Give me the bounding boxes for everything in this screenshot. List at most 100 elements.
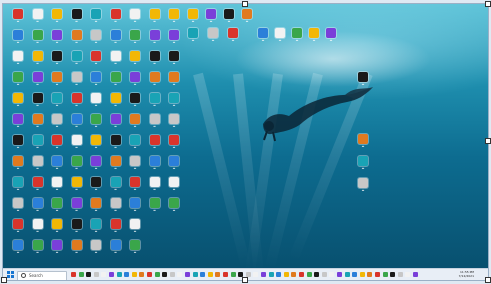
taskbar-app-icon[interactable] [344, 272, 350, 277]
taskbar-app-icon[interactable] [124, 272, 130, 277]
desktop-shortcut-icon[interactable]: ▬ [86, 9, 106, 29]
desktop-shortcut-icon[interactable]: ▬ [8, 240, 28, 260]
desktop-shortcut-icon[interactable]: ▬ [223, 28, 243, 48]
desktop-shortcut-icon[interactable]: ▬ [86, 93, 106, 113]
taskbar-app-icon[interactable] [109, 272, 114, 277]
desktop-shortcut-icon[interactable]: ▬ [125, 240, 145, 260]
taskbar-app-icon[interactable] [131, 272, 137, 277]
resize-handle-top-right[interactable] [485, 1, 491, 7]
desktop-shortcut-icon[interactable]: ▬ [67, 72, 87, 92]
system-tray[interactable] [420, 272, 450, 277]
desktop-shortcut-icon[interactable]: ▬ [164, 9, 184, 29]
desktop-shortcut-icon[interactable]: ▬ [86, 135, 106, 155]
desktop-shortcut-icon[interactable]: ▬ [106, 219, 126, 239]
desktop-shortcut-icon[interactable]: ▬ [183, 28, 203, 48]
desktop-shortcut-icon[interactable]: ▬ [47, 72, 67, 92]
taskbar-app-icon[interactable] [71, 272, 76, 277]
taskbar-app-icon[interactable] [291, 272, 297, 277]
desktop-shortcut-icon[interactable]: ▬ [237, 9, 257, 29]
taskbar-app-icon[interactable] [306, 272, 312, 277]
desktop-shortcut-icon[interactable]: ▬ [28, 198, 48, 218]
desktop-shortcut-icon[interactable]: ▬ [125, 114, 145, 134]
desktop-shortcut-icon[interactable]: ▬ [67, 9, 87, 29]
desktop-shortcut-icon[interactable]: ▬ [28, 9, 48, 29]
desktop-shortcut-icon[interactable]: ▬ [164, 114, 184, 134]
taskbar-app-icon[interactable] [78, 272, 84, 277]
taskbar-app-icon[interactable] [86, 272, 92, 277]
taskbar-app-icon[interactable] [93, 272, 99, 277]
desktop-shortcut-icon[interactable]: ▬ [67, 114, 87, 134]
desktop-shortcut-icon[interactable]: ▬ [106, 72, 126, 92]
desktop-shortcut-icon[interactable]: ▬ [67, 93, 87, 113]
desktop-shortcut-icon[interactable]: ▬ [106, 30, 126, 50]
taskbar-app-icon[interactable] [177, 272, 183, 277]
taskbar-app-icon[interactable] [397, 272, 403, 277]
taskbar-app-icon[interactable] [261, 272, 266, 277]
desktop-shortcut-icon[interactable]: ▬ [8, 219, 28, 239]
desktop-shortcut-icon[interactable]: ▬ [353, 156, 373, 176]
desktop-shortcut-icon[interactable]: ▬ [145, 51, 165, 71]
desktop-shortcut-icon[interactable]: ▬ [47, 135, 67, 155]
search-box[interactable]: Search [17, 270, 67, 280]
desktop-shortcut-icon[interactable]: ▬ [28, 51, 48, 71]
desktop-shortcut-icon[interactable]: ▬ [106, 51, 126, 71]
taskbar-app-icon[interactable] [154, 272, 160, 277]
taskbar-app-icon[interactable] [268, 272, 274, 277]
desktop-shortcut-icon[interactable]: ▬ [47, 93, 67, 113]
desktop-shortcut-icon[interactable]: ▬ [8, 51, 28, 71]
desktop-shortcut-icon[interactable]: ▬ [8, 177, 28, 197]
desktop-shortcut-icon[interactable]: ▬ [106, 135, 126, 155]
desktop-shortcut-icon[interactable]: ▬ [201, 9, 221, 29]
desktop-shortcut-icon[interactable]: ▬ [106, 177, 126, 197]
desktop-shortcut-icon[interactable]: ▬ [125, 177, 145, 197]
desktop-shortcut-icon[interactable]: ▬ [125, 135, 145, 155]
desktop-shortcut-icon[interactable]: ▬ [353, 72, 373, 92]
desktop-shortcut-icon[interactable]: ▬ [145, 198, 165, 218]
desktop-shortcut-icon[interactable]: ▬ [125, 30, 145, 50]
desktop-shortcut-icon[interactable]: ▬ [145, 135, 165, 155]
desktop-shortcut-icon[interactable]: ▬ [164, 30, 184, 50]
desktop-shortcut-icon[interactable]: ▬ [8, 114, 28, 134]
taskbar-app-icon[interactable] [215, 272, 221, 277]
desktop-shortcut-icon[interactable]: ▬ [145, 30, 165, 50]
desktop-shortcut-icon[interactable]: ▬ [28, 30, 48, 50]
taskbar-clock[interactable]: 11:55 PM 7/12/2021 [459, 270, 474, 278]
taskbar-app-icon[interactable] [390, 272, 396, 277]
desktop-shortcut-icon[interactable]: ▬ [203, 28, 223, 48]
desktop-shortcut-icon[interactable]: ▬ [86, 72, 106, 92]
desktop-shortcut-icon[interactable]: ▬ [28, 93, 48, 113]
desktop-shortcut-icon[interactable]: ▬ [86, 51, 106, 71]
desktop-shortcut-icon[interactable]: ▬ [164, 177, 184, 197]
taskbar-app-icon[interactable] [359, 272, 365, 277]
taskbar-app-icon[interactable] [352, 272, 358, 277]
taskbar-app-icon[interactable] [192, 272, 198, 277]
desktop-shortcut-icon[interactable]: ▬ [106, 156, 126, 176]
desktop-shortcut-icon[interactable]: ▬ [86, 156, 106, 176]
desktop-shortcut-icon[interactable]: ▬ [86, 198, 106, 218]
resize-handle-right[interactable] [485, 138, 491, 144]
desktop-shortcut-icon[interactable]: ▬ [145, 93, 165, 113]
desktop-shortcut-icon[interactable]: ▬ [86, 114, 106, 134]
taskbar-app-icon[interactable] [230, 272, 236, 277]
desktop-shortcut-icon[interactable]: ▬ [8, 156, 28, 176]
desktop-shortcut-icon[interactable]: ▬ [67, 30, 87, 50]
taskbar-app-icon[interactable] [253, 272, 259, 277]
taskbar-app-icon[interactable] [314, 272, 320, 277]
taskbar-app-icon[interactable] [116, 272, 122, 277]
desktop-shortcut-icon[interactable]: ▬ [145, 177, 165, 197]
resize-handle-top[interactable] [242, 1, 248, 7]
taskbar-app-icon[interactable] [185, 272, 190, 277]
desktop-shortcut-icon[interactable]: ▬ [86, 240, 106, 260]
desktop-shortcut-icon[interactable]: ▬ [67, 156, 87, 176]
desktop-shortcut-icon[interactable]: ▬ [8, 198, 28, 218]
taskbar-app-icon[interactable] [200, 272, 206, 277]
desktop-shortcut-icon[interactable]: ▬ [67, 135, 87, 155]
desktop-shortcut-icon[interactable]: ▬ [8, 30, 28, 50]
desktop-shortcut-icon[interactable]: ▬ [145, 9, 165, 29]
resize-handle-bottom-right[interactable] [485, 277, 491, 283]
taskbar-app-icon[interactable] [147, 272, 152, 277]
desktop-shortcut-icon[interactable]: ▬ [125, 9, 145, 29]
desktop-shortcut-icon[interactable]: ▬ [28, 156, 48, 176]
desktop-shortcut-icon[interactable]: ▬ [8, 9, 28, 29]
taskbar-app-icon[interactable] [101, 272, 107, 277]
